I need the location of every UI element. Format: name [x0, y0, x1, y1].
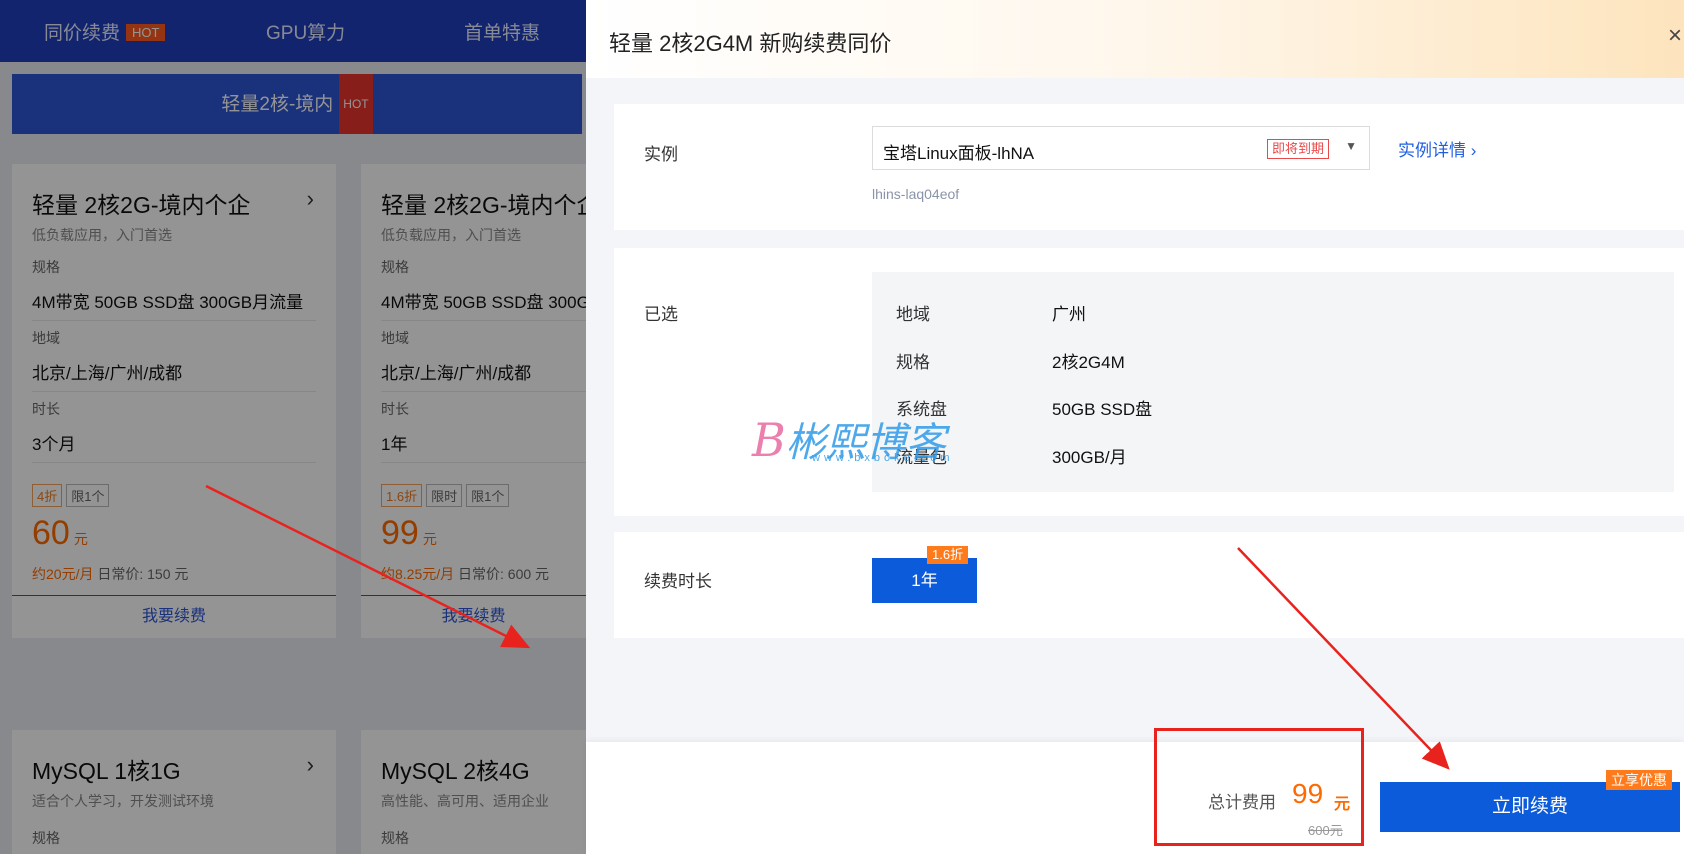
arrow-to-renew-button — [205, 484, 531, 649]
annotation-arrows — [205, 484, 1450, 770]
arrow-to-renew-now-button — [1237, 547, 1450, 770]
